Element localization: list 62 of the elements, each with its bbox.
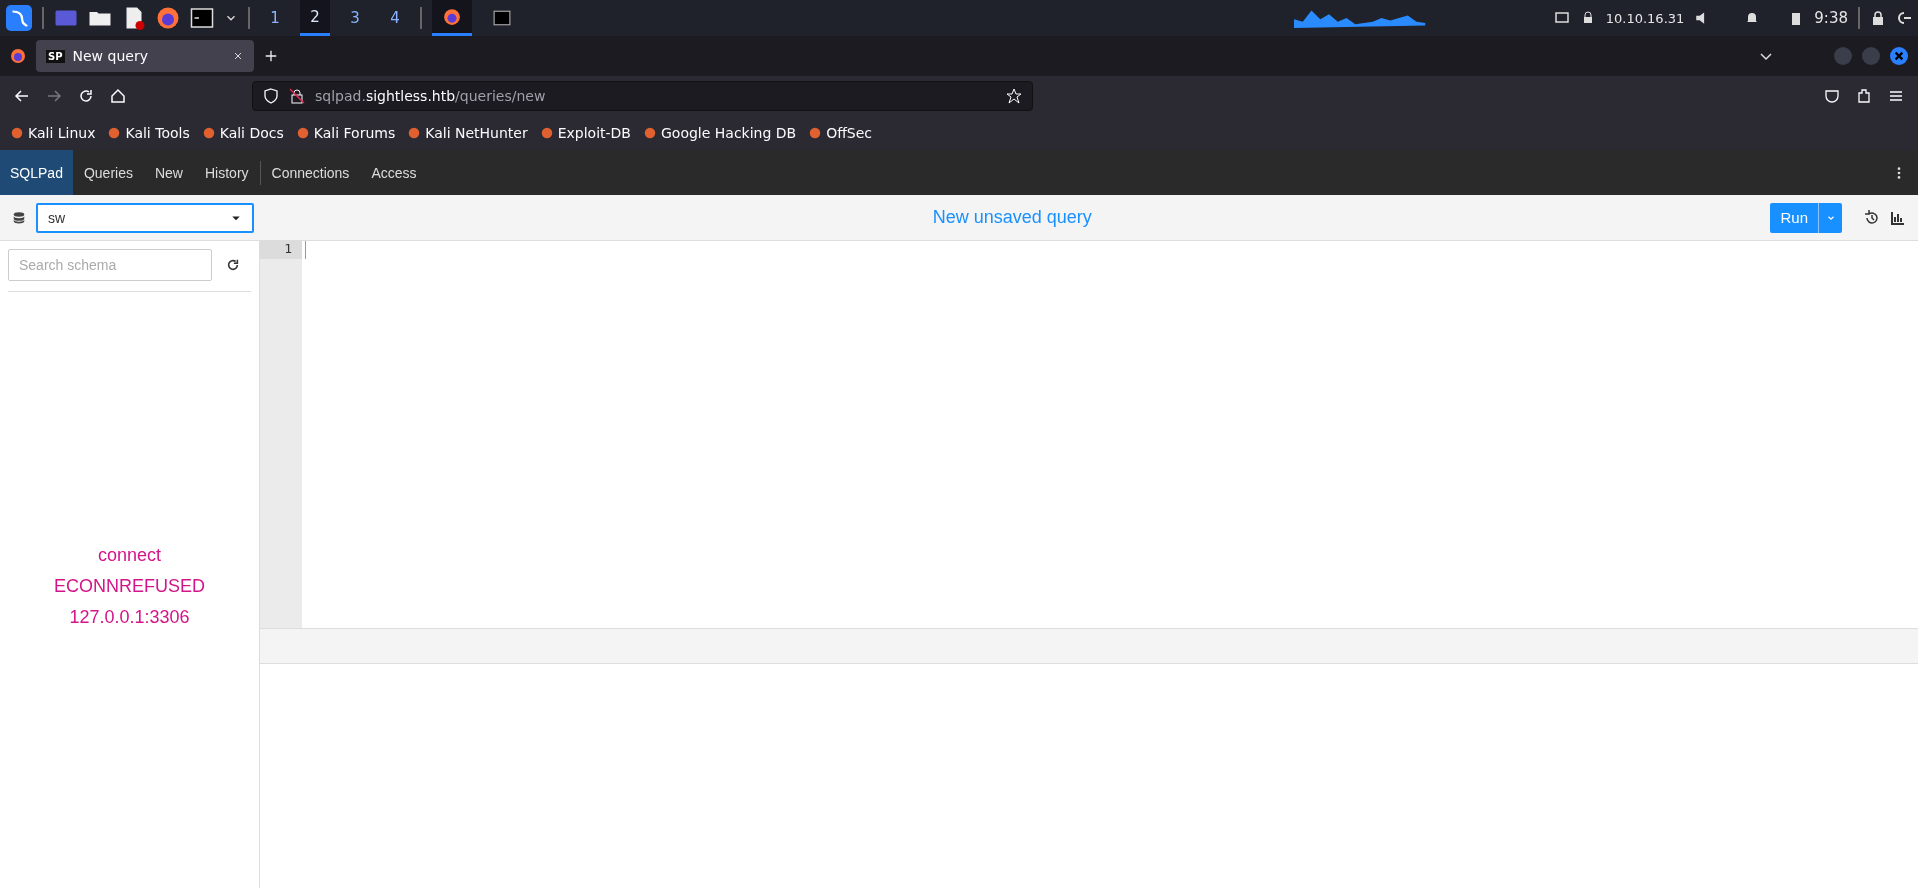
bookmark-favicon-icon	[107, 126, 122, 140]
address-bar[interactable]: sqlpad.sightless.htb/queries/new	[252, 81, 1033, 111]
workspace-button[interactable]: 1	[260, 0, 290, 36]
browser-tab[interactable]: SP New query	[36, 40, 254, 72]
error-message: connect ECONNREFUSED 127.0.0.1:3306	[53, 543, 206, 629]
firefox-icon[interactable]	[10, 48, 26, 64]
connection-select[interactable]: sw	[36, 202, 254, 233]
chart-icon[interactable]	[1890, 209, 1906, 226]
shield-icon[interactable]	[263, 88, 279, 104]
terminal-icon[interactable]	[493, 9, 511, 27]
refresh-icon[interactable]	[226, 258, 240, 272]
bookmark-favicon-icon	[808, 126, 823, 140]
nav-link[interactable]: Queries	[72, 164, 144, 181]
ip-address: 10.10.16.31	[1605, 10, 1685, 26]
close-icon[interactable]	[1890, 47, 1908, 65]
bookmark-link[interactable]: Exploit-DB	[539, 125, 631, 141]
sqlpad-favicon: SP	[46, 49, 65, 63]
ethernet-icon[interactable]	[1553, 10, 1570, 26]
plus-icon[interactable]	[264, 49, 278, 63]
bookmark-link[interactable]: OffSec	[808, 125, 873, 141]
reload-icon[interactable]	[78, 88, 94, 104]
home-icon[interactable]	[110, 88, 126, 104]
bookmark-favicon-icon	[643, 126, 657, 140]
menu-icon[interactable]	[1888, 88, 1904, 104]
bookmark-link[interactable]: Google Hacking DB	[643, 125, 797, 141]
bookmark-favicon-icon	[10, 126, 24, 140]
sqlpad-logo[interactable]: SQLPad	[0, 150, 73, 195]
firefox-icon[interactable]	[443, 7, 461, 26]
terminal-icon[interactable]	[190, 6, 214, 30]
bookmark-link[interactable]: Kali NetHunter	[407, 125, 528, 141]
nav-link[interactable]: History	[194, 164, 260, 181]
workspace-button[interactable]: 2	[300, 0, 330, 36]
bookmark-favicon-icon	[407, 126, 422, 140]
lock-icon[interactable]	[1870, 10, 1886, 26]
bookmark-link[interactable]: Kali Forums	[295, 125, 396, 141]
nav-link[interactable]: New	[143, 164, 194, 181]
bookmark-favicon-icon	[295, 126, 310, 140]
nav-link[interactable]: Connections	[260, 164, 361, 181]
workspace-button[interactable]: 3	[340, 0, 370, 36]
bookmark-favicon-icon	[539, 126, 554, 140]
logout-icon[interactable]	[1896, 10, 1912, 26]
firefox-icon[interactable]	[156, 6, 180, 30]
close-icon[interactable]	[232, 50, 244, 62]
run-options-button[interactable]	[1818, 202, 1842, 233]
bookmark-link[interactable]: Kali Docs	[201, 125, 284, 141]
database-icon	[12, 210, 26, 225]
sql-editor[interactable]: 1	[260, 241, 1918, 628]
back-icon[interactable]	[14, 88, 30, 104]
history-icon[interactable]	[1864, 209, 1880, 226]
forward-icon[interactable]	[46, 88, 62, 104]
clock-time: 9:38	[1814, 9, 1848, 27]
bookmark-favicon-icon	[201, 126, 216, 140]
workspace-button[interactable]: 4	[380, 0, 410, 36]
search-schema-field[interactable]: Search schema	[8, 249, 212, 281]
bookmark-link[interactable]: Kali Tools	[107, 125, 190, 141]
line-number: 1	[260, 241, 302, 259]
pocket-icon[interactable]	[1824, 88, 1840, 104]
extensions-icon[interactable]	[1856, 88, 1872, 104]
bookmark-link[interactable]: Kali Linux	[10, 125, 96, 141]
insecure-lock-icon[interactable]	[289, 88, 305, 104]
star-icon[interactable]	[1006, 88, 1022, 104]
nav-link[interactable]: Access	[360, 164, 428, 181]
